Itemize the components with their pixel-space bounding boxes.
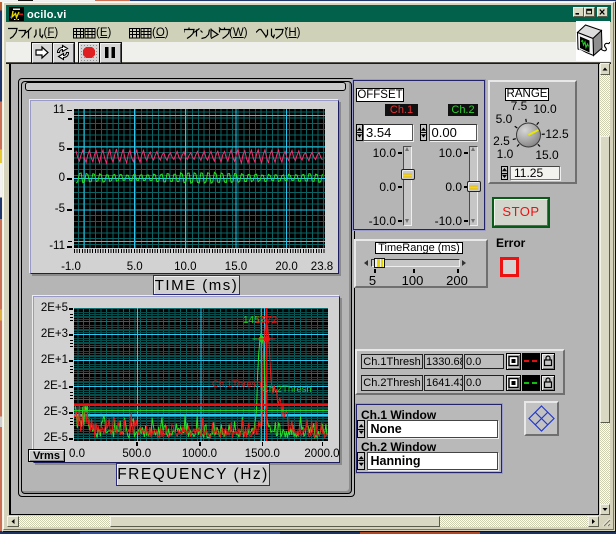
svg-text:Ch.1Thresh: Ch.1Thresh <box>212 379 262 390</box>
svg-text:Ch.2Thresh: Ch.2Thresh <box>262 384 312 395</box>
svg-text:1572: 1572 <box>255 315 278 326</box>
